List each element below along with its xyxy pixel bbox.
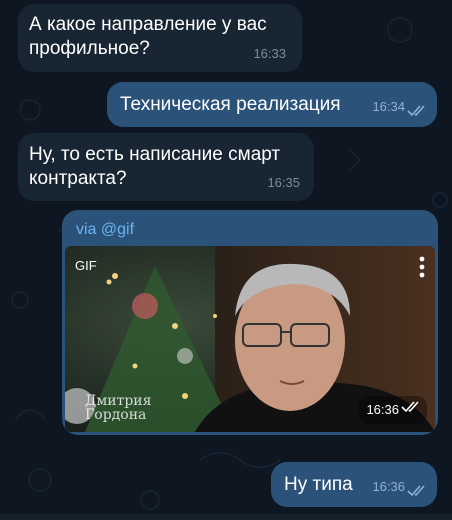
incoming-message[interactable]: А какое направление у вас профильное? 16… (18, 4, 302, 72)
via-bot-link[interactable]: @gif (101, 221, 134, 238)
message-text: А какое направление у вас (29, 14, 267, 35)
double-check-icon (407, 105, 425, 117)
double-check-icon (407, 485, 425, 497)
message-text: Ну типа (284, 474, 353, 495)
message-time: 16:36 (372, 479, 405, 494)
watermark: Дмитрия Гордона (85, 393, 152, 423)
message-text: Ну, то есть написание смарт (29, 144, 281, 165)
message-time: 16:33 (253, 46, 286, 61)
gif-message[interactable]: via @gif GIF Дмитрия Гордона 16:36 (62, 210, 438, 435)
message-text: Техническая реализация (120, 94, 341, 115)
message-time: 16:35 (267, 175, 300, 190)
input-bar-edge (0, 514, 452, 520)
via-prefix: via (76, 221, 101, 238)
gif-timestamp: 16:36 (358, 396, 427, 424)
message-time: 16:34 (372, 99, 405, 114)
message-text: профильное? (29, 38, 150, 59)
via-bot-line: via @gif (76, 218, 134, 242)
outgoing-message[interactable]: Техническая реализация 16:34 (107, 82, 437, 127)
gif-label: GIF (75, 258, 97, 273)
more-vertical-icon[interactable] (419, 256, 425, 278)
message-text: контракта? (29, 168, 127, 189)
double-check-icon (401, 401, 419, 413)
gif-player[interactable]: GIF Дмитрия Гордона 16:36 (65, 246, 435, 432)
incoming-message[interactable]: Ну, то есть написание смарт контракта? 1… (18, 133, 314, 201)
outgoing-message[interactable]: Ну типа 16:36 (271, 462, 437, 507)
message-time: 16:36 (366, 402, 399, 417)
